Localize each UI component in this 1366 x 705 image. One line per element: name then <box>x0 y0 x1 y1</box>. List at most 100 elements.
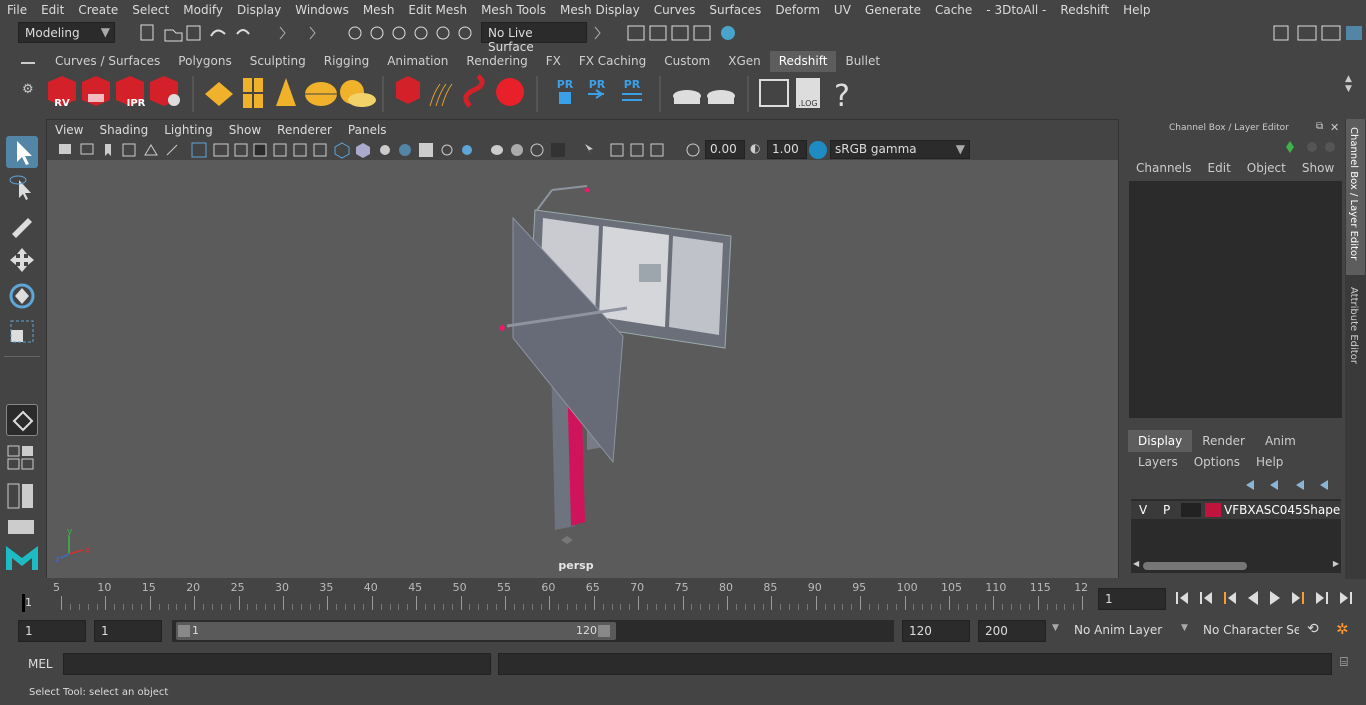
rotate-tool-button[interactable] <box>6 280 38 312</box>
shelf-options[interactable]: ⚙ <box>18 56 38 116</box>
side-tab-channel-box[interactable]: Channel Box / Layer Editor <box>1346 119 1365 275</box>
menu-curves[interactable]: Curves <box>647 3 703 17</box>
layer-menu-layers[interactable]: Layers <box>1130 455 1186 473</box>
gear-icon[interactable]: ⚙ <box>22 82 38 97</box>
menu-edit-mesh[interactable]: Edit Mesh <box>401 3 474 17</box>
character-set-dropdown[interactable]: No Character Set <box>1197 620 1299 642</box>
menu-deform[interactable]: Deform <box>768 3 827 17</box>
go-to-end-icon[interactable] <box>1340 592 1352 604</box>
layer-horizontal-scrollbar[interactable]: ◀ ▶ <box>1131 559 1341 573</box>
menu-uv[interactable]: UV <box>827 3 858 17</box>
last-tool-button[interactable] <box>6 404 38 436</box>
viewport-menu-renderer[interactable]: Renderer <box>269 123 340 137</box>
channel-box-menu-edit[interactable]: Edit <box>1200 161 1239 179</box>
channel-box-icons[interactable] <box>1284 139 1344 155</box>
command-input[interactable] <box>63 653 491 675</box>
current-frame-field[interactable]: 1 <box>1098 588 1166 610</box>
menu-create[interactable]: Create <box>71 3 125 17</box>
tab-curves-surfaces[interactable]: Curves / Surfaces <box>46 51 169 72</box>
step-forward-frame-icon[interactable] <box>1292 592 1304 604</box>
layer-menu-help[interactable]: Help <box>1248 455 1291 473</box>
tab-bullet[interactable]: Bullet <box>836 51 889 72</box>
lasso-tool-button[interactable] <box>6 172 38 204</box>
outliner-layout-icon[interactable] <box>6 518 38 538</box>
time-ruler[interactable]: 1 5 10 15 20 25 30 35 40 45 50 55 60 65 70 75 80 85 90 95 1… <box>20 580 1090 612</box>
play-forward-icon[interactable] <box>1270 591 1280 605</box>
tab-custom[interactable]: Custom <box>655 51 719 72</box>
workspace-dropdown[interactable]: Modeling ▼ <box>18 22 115 43</box>
menu-mesh[interactable]: Mesh <box>356 3 402 17</box>
select-tool-button[interactable] <box>6 136 38 168</box>
go-to-start-icon[interactable] <box>1176 592 1188 604</box>
panel-toolbar-icons[interactable] <box>55 141 705 159</box>
layer-row[interactable]: V P VFBXASC045Shaped_D <box>1131 501 1341 519</box>
menu-surfaces[interactable]: Surfaces <box>702 3 768 17</box>
range-slider-left-thumb[interactable] <box>178 625 190 637</box>
layer-visibility-toggle[interactable]: V <box>1139 503 1147 517</box>
anim-layer-dropdown[interactable]: No Anim Layer <box>1068 620 1178 642</box>
playback-start-field[interactable]: 1 <box>94 620 162 642</box>
color-management-icon[interactable] <box>809 141 827 159</box>
tab-anim[interactable]: Anim <box>1255 430 1306 452</box>
start-time-field[interactable]: 1 <box>18 620 86 642</box>
range-slider-handle[interactable] <box>176 622 616 640</box>
shelf-scroll[interactable]: ▲ ▼ <box>1345 74 1359 112</box>
viewport-menu-view[interactable]: View <box>47 123 91 137</box>
menu-windows[interactable]: Windows <box>288 3 356 17</box>
menu-file[interactable]: File <box>0 3 34 17</box>
tab-render[interactable]: Render <box>1192 430 1255 452</box>
tab-rendering[interactable]: Rendering <box>457 51 536 72</box>
playback-end-field[interactable]: 120 <box>902 620 970 642</box>
step-back-key-icon[interactable] <box>1200 592 1212 604</box>
scale-tool-button[interactable] <box>6 316 38 348</box>
workspace-layout-icons[interactable] <box>1270 22 1366 44</box>
menu-3dtoall[interactable]: - 3DtoAll - <box>979 3 1053 17</box>
viewport-menu-lighting[interactable]: Lighting <box>156 123 221 137</box>
viewport-menu-show[interactable]: Show <box>221 123 269 137</box>
menu-mesh-display[interactable]: Mesh Display <box>553 3 647 17</box>
script-editor-icon[interactable]: ⌸ <box>1340 655 1348 670</box>
viewport-menu-panels[interactable]: Panels <box>340 123 395 137</box>
menu-modify[interactable]: Modify <box>176 3 230 17</box>
step-back-frame-icon[interactable] <box>1224 592 1236 604</box>
range-slider[interactable]: 1 120 <box>172 620 894 642</box>
command-language-label[interactable]: MEL <box>28 657 53 671</box>
tab-fx-caching[interactable]: FX Caching <box>570 51 655 72</box>
tab-redshift[interactable]: Redshift <box>769 51 837 72</box>
step-forward-key-icon[interactable] <box>1316 592 1328 604</box>
menu-display[interactable]: Display <box>230 3 288 17</box>
tab-display[interactable]: Display <box>1128 430 1193 452</box>
tab-rigging[interactable]: Rigging <box>315 51 378 72</box>
layer-reference-toggle[interactable] <box>1181 503 1201 517</box>
float-panel-icon[interactable]: ⧉ <box>1316 121 1323 132</box>
channel-list[interactable] <box>1129 181 1342 418</box>
exposure-field[interactable]: 0.00 <box>705 140 745 159</box>
live-surface-field[interactable]: No Live Surface <box>481 22 587 54</box>
layer-action-icons[interactable] <box>1242 477 1342 493</box>
animation-preferences-icon[interactable]: ✲ <box>1336 620 1349 638</box>
time-slider[interactable]: 1 5 10 15 20 25 30 35 40 45 50 55 60 65 70 75 80 85 90 95 1… <box>0 580 1366 616</box>
chevron-down-icon[interactable]: ▼ <box>1052 623 1059 633</box>
paint-select-tool-button[interactable] <box>6 208 38 240</box>
tab-xgen[interactable]: XGen <box>719 51 770 72</box>
play-backward-icon[interactable] <box>1248 591 1258 605</box>
tab-sculpting[interactable]: Sculpting <box>241 51 315 72</box>
menu-cache[interactable]: Cache <box>928 3 979 17</box>
close-icon[interactable]: ✕ <box>1330 121 1339 134</box>
tab-animation[interactable]: Animation <box>378 51 457 72</box>
two-view-layout-icon[interactable] <box>6 482 38 510</box>
viewport-menu-shading[interactable]: Shading <box>91 123 156 137</box>
end-time-field[interactable]: 200 <box>978 620 1046 642</box>
channel-box-menu-object[interactable]: Object <box>1239 161 1294 179</box>
side-tab-attribute-editor[interactable]: Attribute Editor <box>1346 281 1365 381</box>
channel-box-menu-show[interactable]: Show <box>1294 161 1342 179</box>
gamma-field[interactable]: 1.00 <box>767 140 807 159</box>
menu-select[interactable]: Select <box>125 3 176 17</box>
layer-menu-options[interactable]: Options <box>1186 455 1248 473</box>
chevron-down-icon[interactable]: ▼ <box>1181 623 1188 633</box>
perspective-viewport[interactable]: persp y x z <box>47 160 1118 578</box>
range-slider-right-thumb[interactable] <box>598 625 610 637</box>
menu-redshift[interactable]: Redshift <box>1053 3 1116 17</box>
menu-edit[interactable]: Edit <box>34 3 71 17</box>
channel-box-menu-channels[interactable]: Channels <box>1128 161 1200 179</box>
